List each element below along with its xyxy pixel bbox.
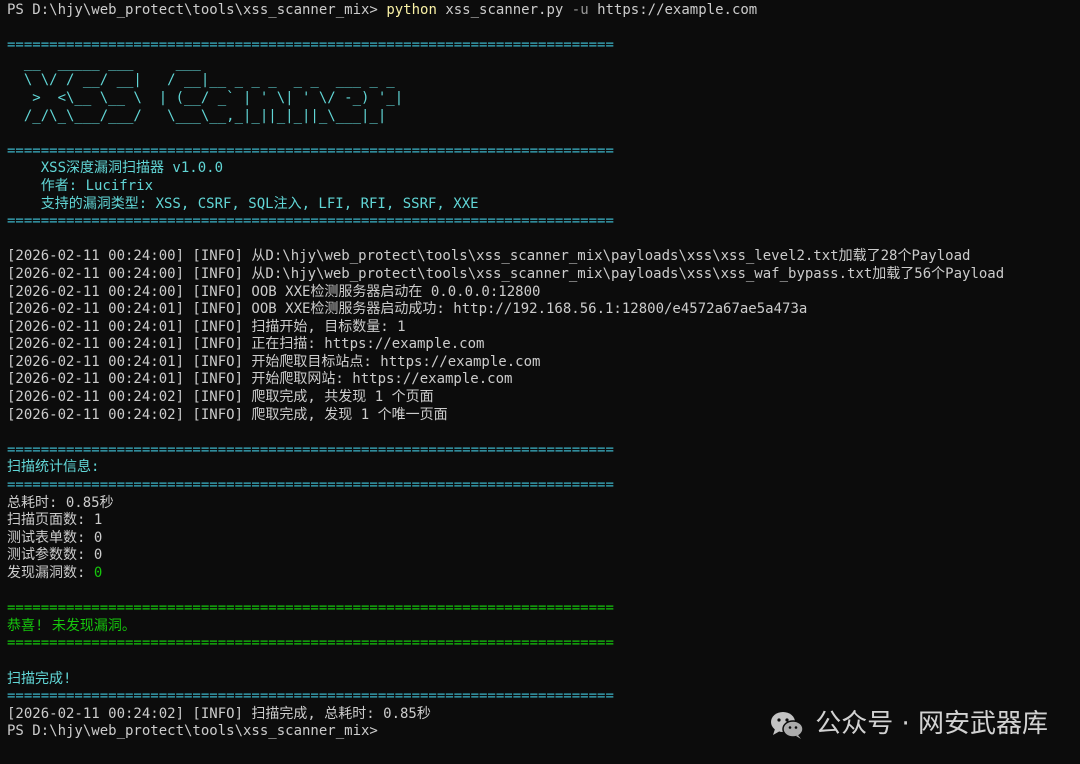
stats-heading: 扫描统计信息: [7, 459, 100, 476]
scan-done: 扫描完成! [7, 670, 72, 687]
command-name: python [386, 2, 437, 18]
divider: ========================================… [7, 477, 614, 494]
banner-line: > <\__ \__ \ | (__/ _` | ' \| ' \/ -_) '… [7, 89, 404, 106]
stat-pages: 扫描页面数: 1 [7, 512, 103, 529]
banner-line: \ \/ / __/ __| / __|__ _ _ _ _ _ ___ _ _ [7, 72, 395, 89]
result-divider: ========================================… [7, 600, 614, 617]
stat-vulns-label: 发现漏洞数: [7, 565, 94, 581]
watermark: 公众号 · 网安武器库 [769, 710, 1048, 740]
tool-author: 作者: Lucifrix [7, 177, 154, 194]
divider: ========================================… [7, 688, 614, 705]
stat-total-time: 总耗时: 0.85秒 [7, 494, 114, 511]
log-line: [2026-02-11 00:24:00] [INFO] OOB XXE检测服务… [7, 283, 541, 300]
stat-forms: 测试表单数: 0 [7, 529, 103, 546]
divider: ========================================… [7, 213, 614, 230]
command-script: xss_scanner.py [445, 2, 564, 18]
log-line: [2026-02-11 00:24:01] [INFO] 开始爬取网站: htt… [7, 371, 513, 388]
log-line: [2026-02-11 00:24:01] [INFO] 扫描开始, 目标数量:… [7, 318, 406, 335]
divider: ========================================… [7, 441, 614, 458]
tool-title: XSS深度漏洞扫描器 v1.0.0 [7, 160, 224, 177]
log-line: [2026-02-11 00:24:01] [INFO] OOB XXE检测服务… [7, 301, 808, 318]
stat-params: 测试参数数: 0 [7, 547, 103, 564]
stat-vulns-value: 0 [93, 565, 103, 581]
log-line: [2026-02-11 00:24:00] [INFO] 从D:\hjy\web… [7, 248, 971, 265]
banner-line: /_/\_\___/___/ \___\__,_|_||_|_||_\___|_… [7, 107, 387, 124]
divider: ========================================… [7, 142, 614, 159]
prompt-path: PS D:\hjy\web_protect\tools\xss_scanner_… [7, 2, 378, 18]
stat-vulns: 发现漏洞数: 0 [7, 565, 1080, 583]
log-line: [2026-02-11 00:24:01] [INFO] 正在扫描: https… [7, 336, 485, 353]
banner-line: __ _____ ___ ___ [7, 54, 201, 71]
log-line: [2026-02-11 00:24:02] [INFO] 爬取完成, 发现 1 … [7, 406, 448, 423]
command-line: PS D:\hjy\web_protect\tools\xss_scanner_… [7, 2, 1080, 20]
wechat-icon [769, 710, 805, 740]
tool-vuln-types: 支持的漏洞类型: XSS, CSRF, SQL注入, LFI, RFI, SSR… [7, 195, 479, 212]
log-line: [2026-02-11 00:24:02] [INFO] 爬取完成, 共发现 1… [7, 389, 434, 406]
log-line: [2026-02-11 00:24:01] [INFO] 开始爬取目标站点: h… [7, 353, 541, 370]
terminal-window[interactable]: PS D:\hjy\web_protect\tools\xss_scanner_… [0, 0, 1080, 764]
watermark-text: 公众号 · 网安武器库 [815, 709, 1048, 740]
result-message: 恭喜! 未发现漏洞。 [7, 617, 136, 634]
result-divider: ========================================… [7, 635, 614, 652]
command-url: https://example.com [597, 2, 758, 18]
command-flag: -u [571, 2, 589, 18]
log-line: [2026-02-11 00:24:00] [INFO] 从D:\hjy\web… [7, 265, 1005, 282]
divider: ========================================… [7, 37, 614, 54]
